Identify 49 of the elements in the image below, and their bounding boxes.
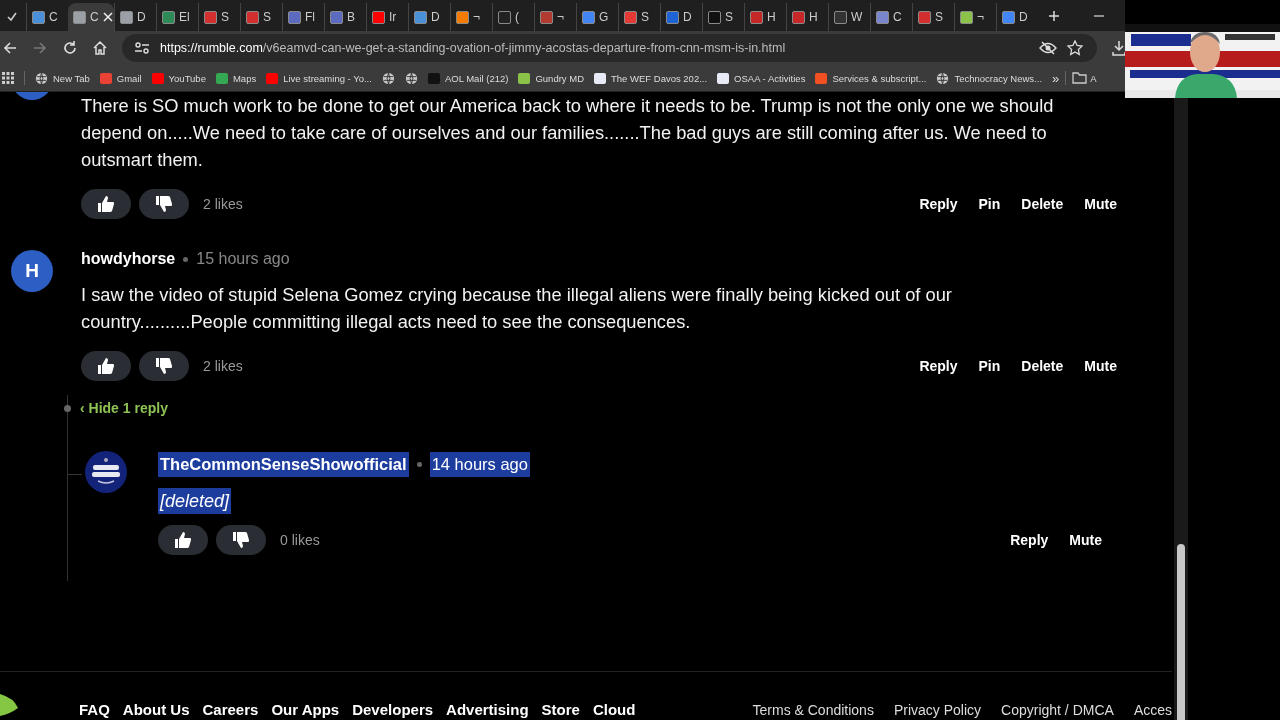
comment-action[interactable]: Mute: [1056, 532, 1102, 548]
bookmark[interactable]: New Tab: [35, 71, 90, 85]
bookmark-folder[interactable]: A: [1072, 72, 1097, 84]
footer-link[interactable]: Our Apps: [271, 701, 340, 718]
footer-link[interactable]: Acces: [1133, 702, 1172, 718]
like-count: 0 likes: [280, 532, 320, 548]
comment-time: 14 hours ago: [429, 451, 530, 477]
bookmark[interactable]: OSAA - Activities: [717, 72, 806, 84]
comment-author[interactable]: TheCommonSenseShowofficial: [158, 451, 409, 477]
comment-text: There is SO much work to be done to get our America back to where it needs to be. Trump is not the only one we should depend on.....We need to take care of ourselves and our families.......The bad guys are still coming after us. We need to outsmart them.: [81, 94, 1055, 172]
address-bar[interactable]: https://rumble.com/v6eamvd-can-we-get-a-standing-ovation-of-jimmy-acostas-departure-from-cnn-msm-is-in.html: [122, 34, 1097, 62]
avatar[interactable]: H: [11, 250, 53, 292]
footer-link[interactable]: Advertising: [446, 701, 529, 718]
more-bookmarks-button[interactable]: »: [1052, 70, 1060, 86]
comment-action[interactable]: Mute: [1071, 196, 1117, 212]
like-count: 2 likes: [203, 196, 243, 212]
bookmark[interactable]: Maps: [215, 72, 257, 84]
bookmark[interactable]: Services & subscript...: [815, 72, 927, 84]
hide-replies-link[interactable]: ‹ Hide 1 reply: [80, 400, 168, 416]
footer-link[interactable]: Privacy Policy: [893, 702, 982, 718]
bookmark[interactable]: Live streaming - Yo...: [266, 72, 372, 84]
comment-time: 15 hours ago: [196, 250, 290, 268]
comment-action[interactable]: Delete: [1008, 358, 1064, 374]
bookmark[interactable]: Technocracy News...: [936, 71, 1043, 85]
comment-text: I saw the video of stupid Selena Gomez crying because the illegal aliens were finally being kicked out of our country..........People committing illegal acts need to see the consequences.: [81, 283, 953, 334]
comment-action[interactable]: Delete: [1008, 196, 1064, 212]
bookmark[interactable]: Gundry MD: [518, 72, 584, 84]
footer-link[interactable]: Careers: [202, 701, 259, 718]
browser-tab[interactable]: C: [68, 3, 114, 31]
like-count: 2 likes: [203, 358, 243, 374]
comment-action[interactable]: Reply: [997, 532, 1049, 548]
footer-link[interactable]: FAQ: [79, 701, 110, 718]
comment-author[interactable]: howdyhorse: [81, 250, 176, 268]
footer-link[interactable]: About Us: [122, 701, 190, 718]
comment-text: [deleted]: [158, 488, 232, 514]
comment-action[interactable]: Pin: [965, 358, 1001, 374]
footer-link[interactable]: Developers: [352, 701, 434, 718]
bookmark[interactable]: The WEF Davos 202...: [594, 72, 708, 84]
bookmark[interactable]: Gmail: [99, 72, 142, 84]
footer-link[interactable]: Store: [541, 701, 580, 718]
comment-action[interactable]: Reply: [906, 196, 958, 212]
comment-action[interactable]: Mute: [1071, 358, 1117, 374]
footer-link[interactable]: Copyright / DMCA: [1001, 702, 1114, 718]
bookmark[interactable]: AOL Mail (212): [427, 72, 509, 84]
footer-link[interactable]: Cloud: [592, 701, 636, 718]
bookmark[interactable]: YouTube: [151, 72, 206, 84]
footer-link[interactable]: Terms & Conditions: [752, 702, 874, 718]
comment-action[interactable]: Pin: [965, 196, 1001, 212]
comment-action[interactable]: Reply: [906, 358, 958, 374]
